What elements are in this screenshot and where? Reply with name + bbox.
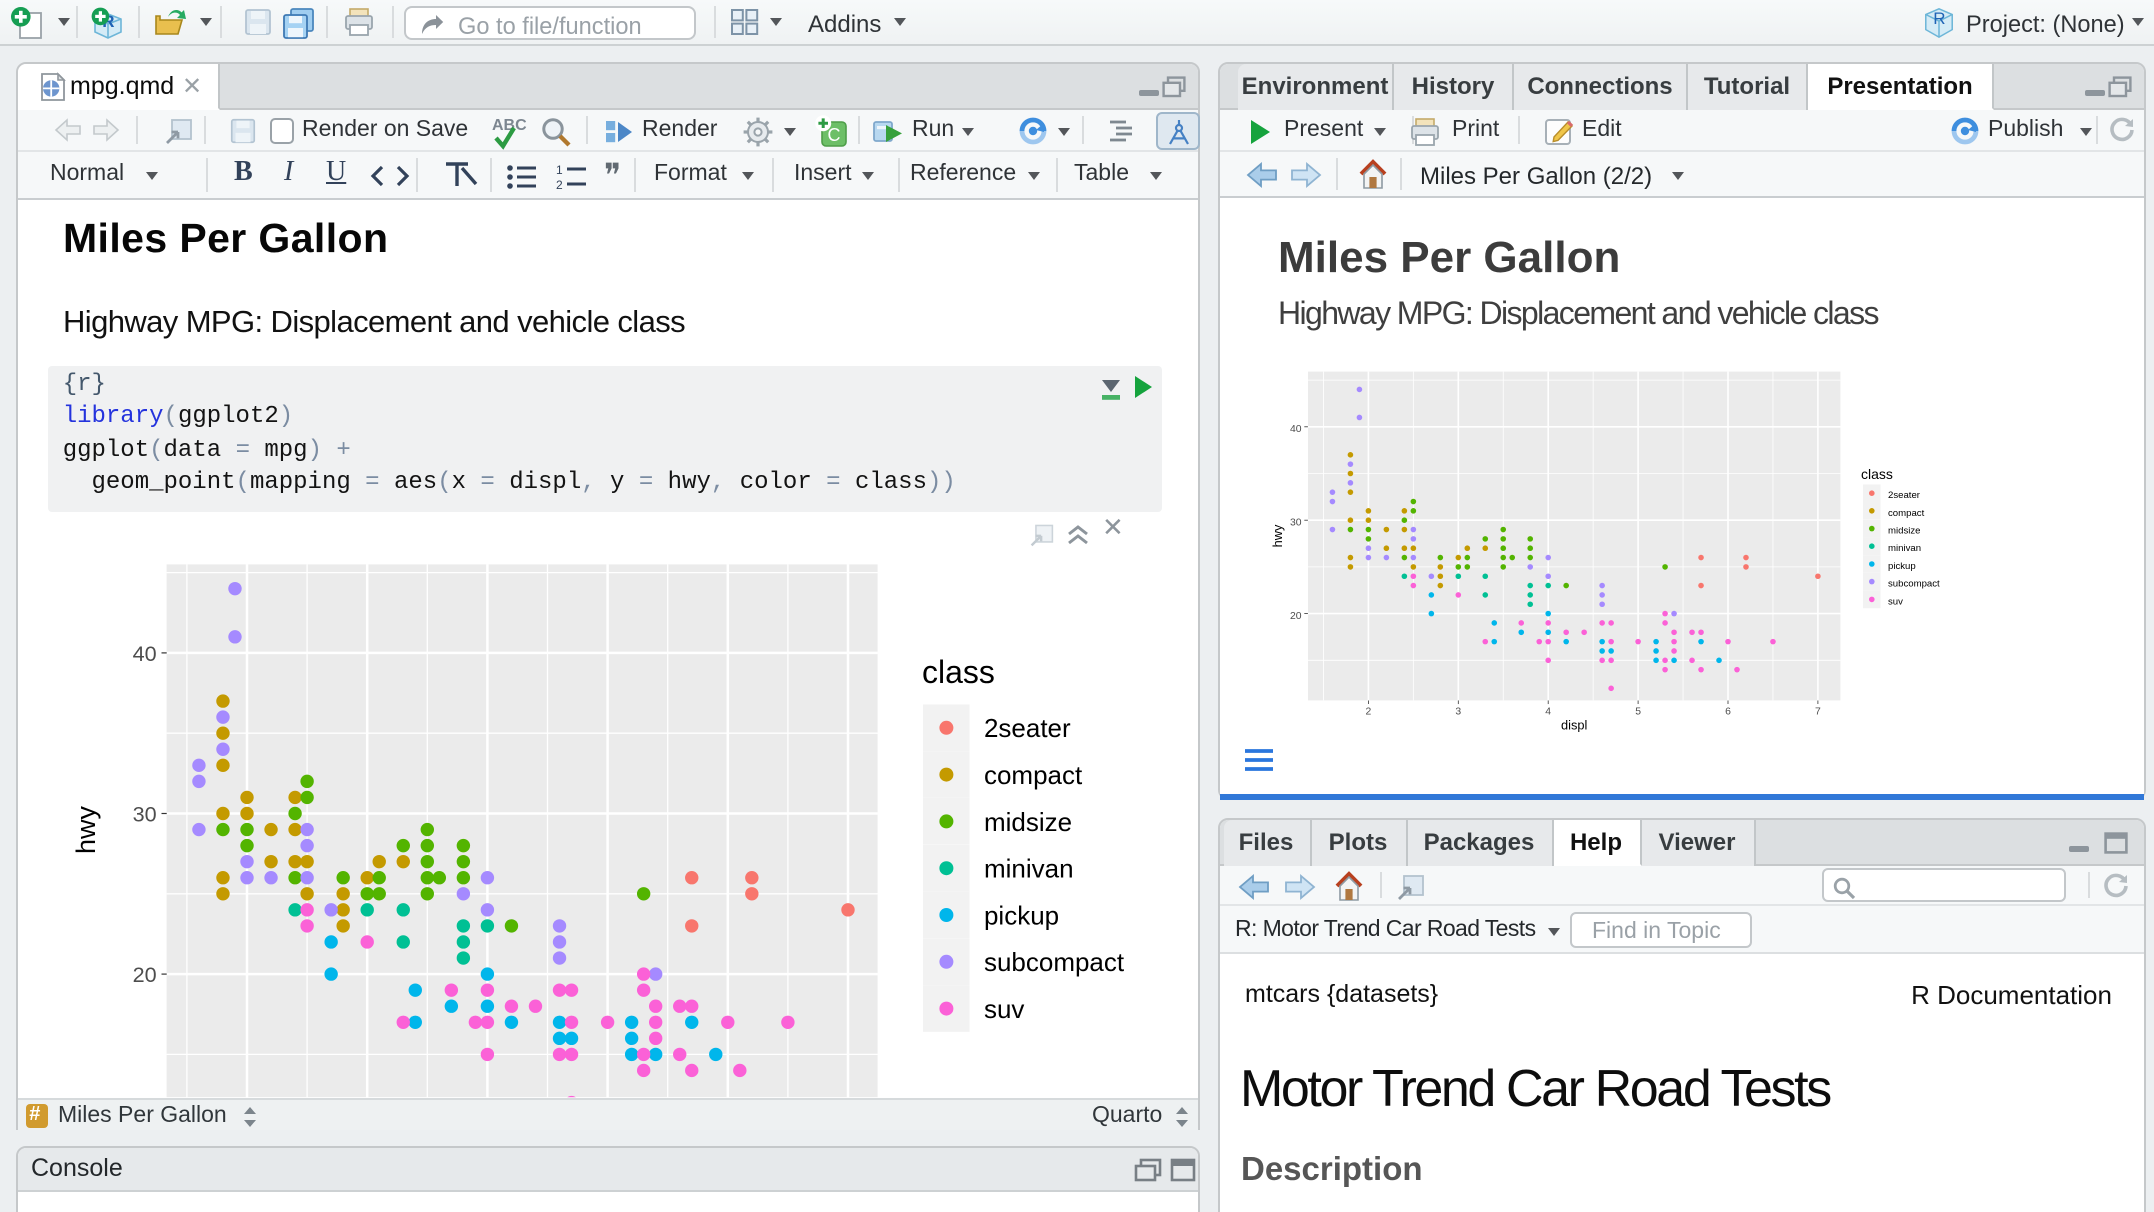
svg-text:6: 6 bbox=[1725, 706, 1731, 717]
svg-text:30: 30 bbox=[133, 801, 157, 826]
svg-text:suv: suv bbox=[1888, 596, 1903, 607]
svg-text:2: 2 bbox=[1366, 706, 1372, 717]
svg-text:7: 7 bbox=[1815, 706, 1821, 717]
svg-text:40: 40 bbox=[1290, 424, 1302, 435]
svg-text:compact: compact bbox=[1888, 508, 1925, 519]
svg-text:compact: compact bbox=[984, 760, 1083, 790]
svg-text:pickup: pickup bbox=[984, 900, 1059, 930]
svg-text:3: 3 bbox=[1455, 706, 1461, 717]
svg-text:2seater: 2seater bbox=[1888, 490, 1921, 501]
svg-text:20: 20 bbox=[133, 962, 157, 987]
svg-text:hwy: hwy bbox=[71, 805, 101, 853]
svg-text:20: 20 bbox=[1290, 611, 1302, 622]
svg-text:R: R bbox=[1933, 8, 1945, 27]
svg-text:1: 1 bbox=[556, 163, 563, 176]
svg-text:hwy: hwy bbox=[1270, 524, 1285, 547]
svg-text:midsize: midsize bbox=[1888, 526, 1921, 537]
svg-text:2seater: 2seater bbox=[984, 713, 1071, 743]
svg-text:subcompact: subcompact bbox=[1888, 579, 1940, 590]
svg-text:suv: suv bbox=[984, 994, 1024, 1024]
svg-text:4: 4 bbox=[1545, 706, 1551, 717]
svg-text:subcompact: subcompact bbox=[984, 947, 1125, 977]
svg-text:pickup: pickup bbox=[1888, 561, 1916, 572]
svg-text:displ: displ bbox=[1561, 717, 1587, 732]
svg-text:40: 40 bbox=[133, 641, 157, 666]
svg-text:30: 30 bbox=[1290, 517, 1302, 528]
svg-text:midsize: midsize bbox=[984, 807, 1072, 837]
svg-text:5: 5 bbox=[1635, 706, 1641, 717]
svg-text:minivan: minivan bbox=[1888, 543, 1921, 554]
svg-text:minivan: minivan bbox=[984, 854, 1074, 884]
svg-text:2: 2 bbox=[556, 177, 563, 189]
svg-text:class: class bbox=[922, 654, 995, 690]
svg-text:class: class bbox=[1861, 466, 1893, 482]
